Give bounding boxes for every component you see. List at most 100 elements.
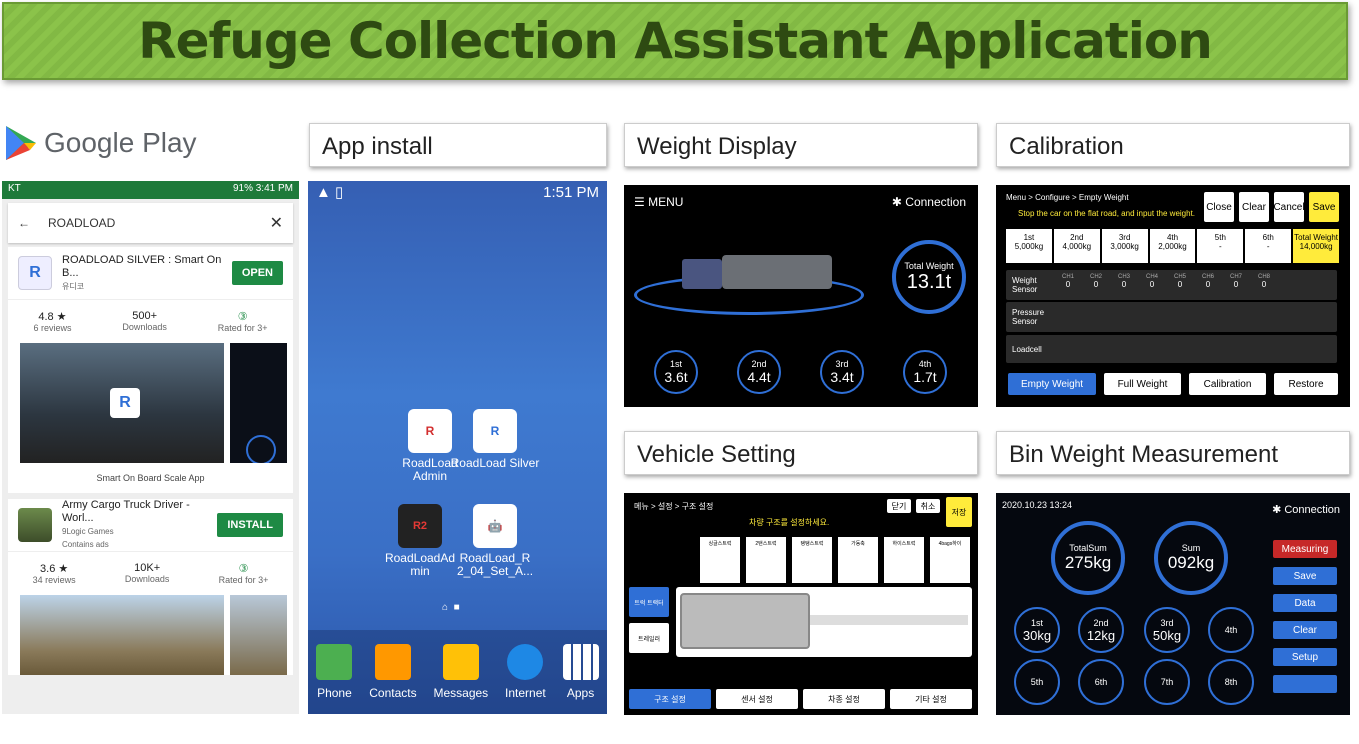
dock-internet[interactable]: Internet [505,644,546,700]
truck-body-icon [722,255,832,289]
app-developer: 유디코 [62,281,85,291]
cancel-button[interactable]: 취소 [916,499,940,513]
channel-list: CH1 0 CH2 0 CH3 0 CH4 0 CH5 0 CH6 0 CH7 0 CH8 0 [1061,274,1270,289]
title-banner: Refuge Collection Assistant Application [2,2,1348,80]
open-button[interactable]: OPEN [231,261,283,285]
tab-calibration[interactable]: Calibration [1189,373,1266,395]
tab-sensor[interactable]: 센서 설정 [716,689,798,709]
truck-cab-icon [682,259,722,289]
axle-cell[interactable]: 2nd 4,000kg [1053,229,1100,263]
tab-vehicle-type[interactable]: 차종 설정 [803,689,885,709]
screenshot-army[interactable] [20,595,224,675]
close-icon[interactable]: ✕ [270,213,283,233]
setup-button[interactable]: Setup [1273,648,1337,666]
dock-phone[interactable]: Phone [316,644,353,700]
save-button[interactable]: 저장 [946,497,972,527]
axle-cell[interactable]: 5th - [1197,229,1244,263]
total-weight-cell[interactable]: Total Weight 14,000kg [1293,229,1340,263]
google-play-icon [6,126,36,160]
row-label: Weight Sensor [1012,276,1038,294]
roadload-logo-icon: R [110,388,140,418]
totalsum-gauge: TotalSum 275kg [1051,521,1125,595]
axle-3rd: 3rd 3.4t [820,350,864,394]
vehicle-title: 차량 구조를 설정하세요. [749,518,830,527]
blank-button[interactable] [1273,675,1337,693]
downloads-stat: 10K+ Downloads [124,562,170,584]
axle-cell[interactable]: 3rd 3,000kg [1101,229,1148,263]
connection-button[interactable]: ✱ Connection [892,195,966,209]
bin-slot-8th: 8th [1208,659,1254,705]
datetime: 2020.10.23 13:24 [1002,500,1073,510]
bin-slot-4th: 4th [1208,607,1254,653]
tab-empty-weight[interactable]: Empty Weight [1008,373,1096,395]
app-name: Army Cargo Truck Driver - Worl... [62,499,190,524]
page-indicator: ⌂ ■ [442,602,460,613]
dock-messages[interactable]: Messages [433,644,488,700]
label-vehicle-setting: Vehicle Setting [624,431,978,475]
app-developer: 9Logic Games [62,527,114,536]
type-option[interactable]: 싱글스트럭 [700,537,740,583]
cancel-button[interactable]: Cancel [1273,192,1305,222]
app-icon-roadload-silver[interactable]: R RoadLoad Silver [449,409,541,470]
screenshot-app[interactable] [229,343,287,463]
sum-gauge: Sum 092kg [1154,521,1228,595]
weight-display-screen: ☰ MENU ✱ Connection Total Weight 13.1t 1s… [624,185,978,407]
google-play-text: Google Play [44,127,197,158]
measuring-button[interactable]: Measuring [1273,540,1337,558]
close-button[interactable]: 닫기 [887,499,911,513]
app-card-roadload[interactable]: R ROADLOAD SILVER : Smart On B... 유디코 OPE… [8,247,293,493]
tab-other[interactable]: 기타 설정 [890,689,972,709]
type-option[interactable]: 가동축 [838,537,878,583]
connection-button[interactable]: ✱ Connection [1272,503,1340,516]
type-option[interactable]: 4bags하이 [930,537,970,583]
roadload-app-icon: R [18,256,52,290]
tab-structure[interactable]: 구조 설정 [629,689,711,709]
clear-button[interactable]: Clear [1273,621,1337,639]
rated-stat: ③ Rated for 3+ [218,563,269,585]
type-option[interactable]: 2탠스트럭 [746,537,786,583]
axle-weight-table: 1st 5,000kg 2nd 4,000kg 3rd 3,000kg 4th 2,00… [1006,229,1340,263]
data-button[interactable]: Data [1273,594,1337,612]
truck-tractor-button[interactable]: 트럭 트랙터 [629,587,669,617]
ads-note: Contains ads [62,540,109,549]
type-option[interactable]: 하이스트럭 [884,537,924,583]
bin-slot-2nd: 2nd 12kg [1078,607,1124,653]
bin-slot-7th: 7th [1144,659,1190,705]
app-card-army[interactable]: Army Cargo Truck Driver - Worl... 9Logic … [8,499,293,675]
bin-slot-3rd: 3rd 50kg [1144,607,1190,653]
screenshot-truck[interactable]: R [20,343,224,463]
vehicle-type-list: 싱글스트럭 2탠스트럭 탱탱스트럭 가동축 하이스트럭 4bags하이 [700,537,970,583]
install-button[interactable]: INSTALL [217,513,283,537]
trailer-frame-icon [810,615,968,625]
army-truck-app-icon [18,508,52,542]
rating-stat: 4.8 ★ 6 reviews [33,311,72,333]
axle-cell[interactable]: 1st 5,000kg [1006,229,1052,263]
search-bar[interactable]: ← ROADLOAD ✕ [8,203,293,243]
axle-4th: 4th 1.7t [903,350,947,394]
save-button[interactable]: Save [1309,192,1339,222]
clear-button[interactable]: Clear [1239,192,1269,222]
save-button[interactable]: Save [1273,567,1337,585]
type-option[interactable]: 탱탱스트럭 [792,537,832,583]
search-input[interactable]: ROADLOAD [48,216,252,230]
screenshot-tankers[interactable] [229,595,287,675]
banner-title: Refuge Collection Assistant Application [138,12,1213,70]
tab-full-weight[interactable]: Full Weight [1104,373,1181,395]
axle-cell[interactable]: 4th 2,000kg [1149,229,1196,263]
hint-text: Stop the car on the flat road, and input… [1018,209,1196,218]
label-bin-weight: Bin Weight Measurement [996,431,1350,475]
dock-contacts[interactable]: Contacts [369,644,417,700]
tab-restore[interactable]: Restore [1274,373,1338,395]
bin-slot-5th: 5th [1014,659,1060,705]
breadcrumb: 메뉴 > 설정 > 구조 설정 [634,502,714,511]
dock-apps[interactable]: Apps [562,644,599,700]
menu-button[interactable]: ☰ MENU [634,195,683,209]
app-icon-roadload-r2-set[interactable]: 🤖 RoadLoad_R 2_04_Set_A... [449,504,541,578]
axle-2nd: 2nd 4.4t [737,350,781,394]
axle-cell[interactable]: 6th - [1245,229,1292,263]
loadcell-row: Loadcell [1006,335,1337,363]
trailer-button[interactable]: 트레일러 [629,623,669,653]
back-arrow-icon[interactable]: ← [18,216,30,230]
axle-1st: 1st 3.6t [654,350,698,394]
close-button[interactable]: Close [1204,192,1234,222]
